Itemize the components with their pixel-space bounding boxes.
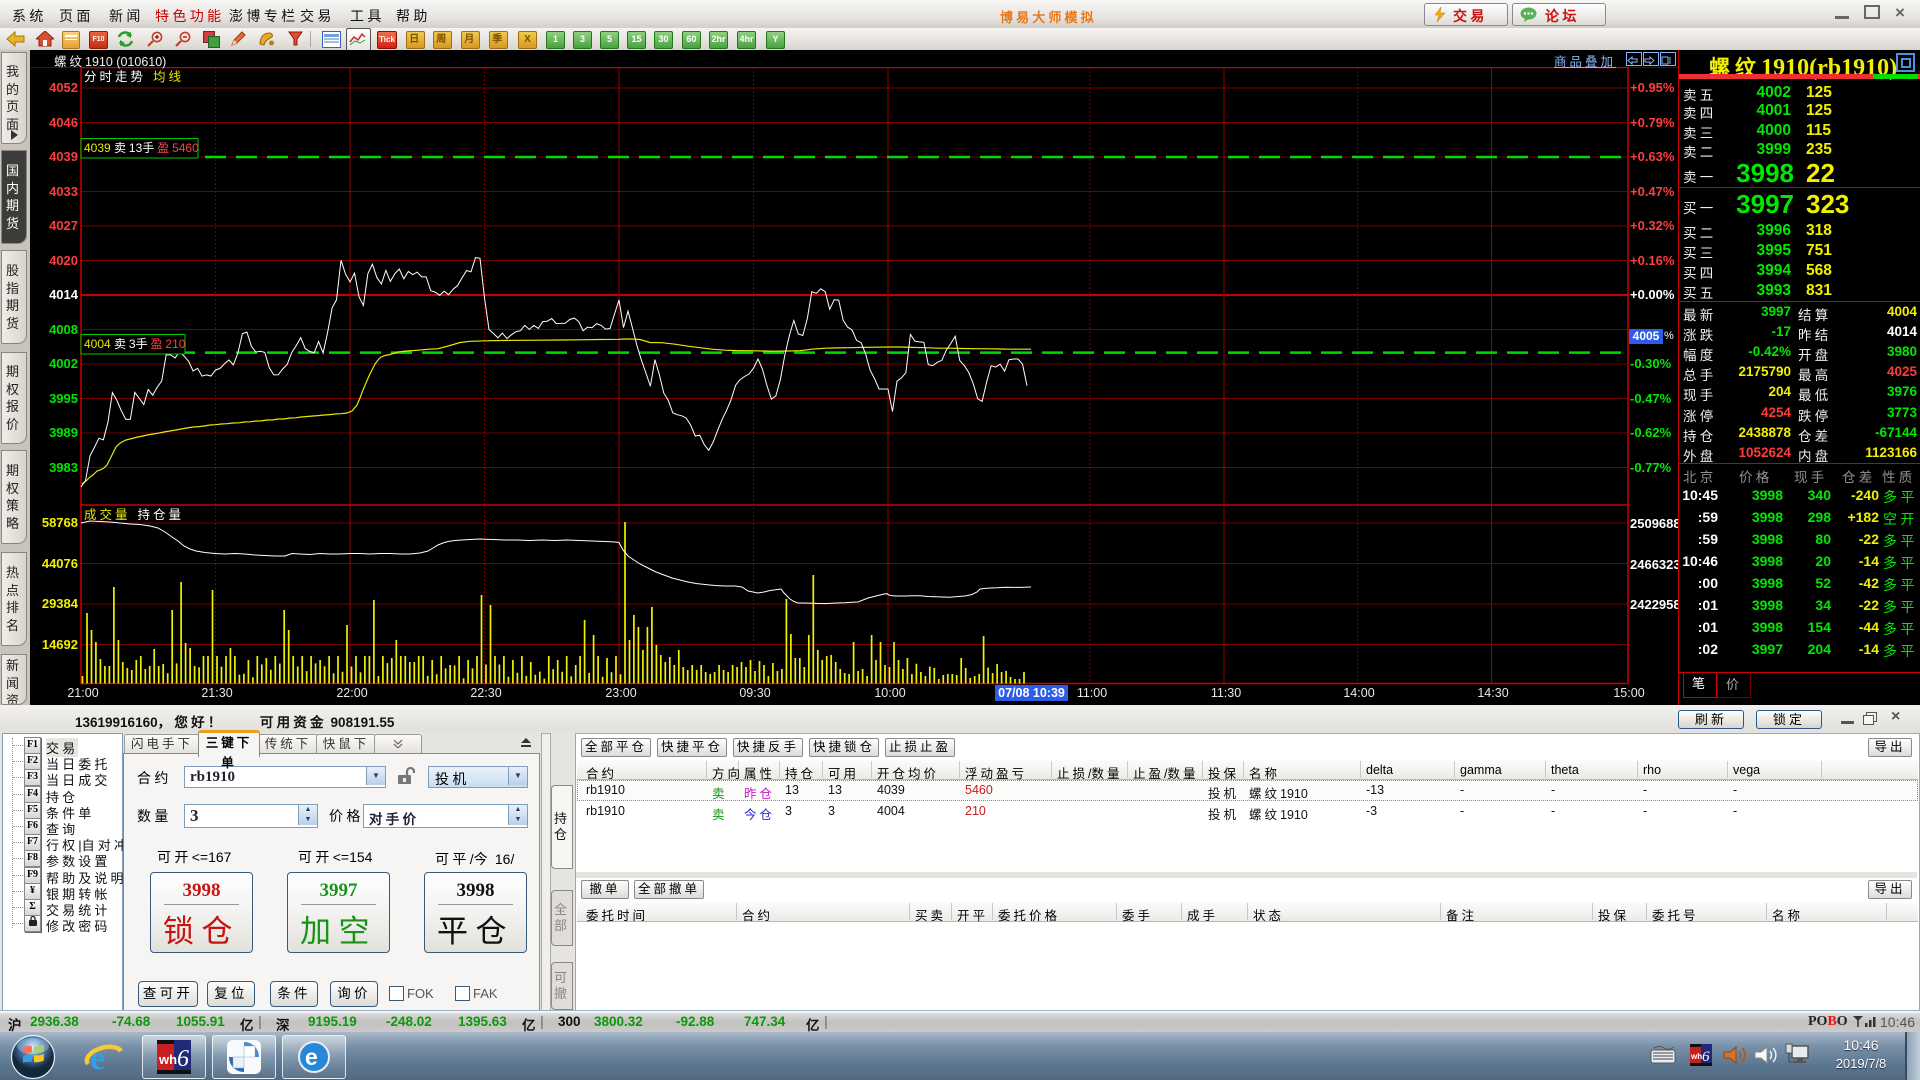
svg-text:6: 6	[177, 1046, 189, 1072]
svg-text:wh: wh	[1690, 1052, 1702, 1061]
svg-text:e: e	[305, 1044, 318, 1070]
svg-text:6: 6	[1702, 1049, 1710, 1065]
svg-text:wh: wh	[158, 1052, 177, 1067]
